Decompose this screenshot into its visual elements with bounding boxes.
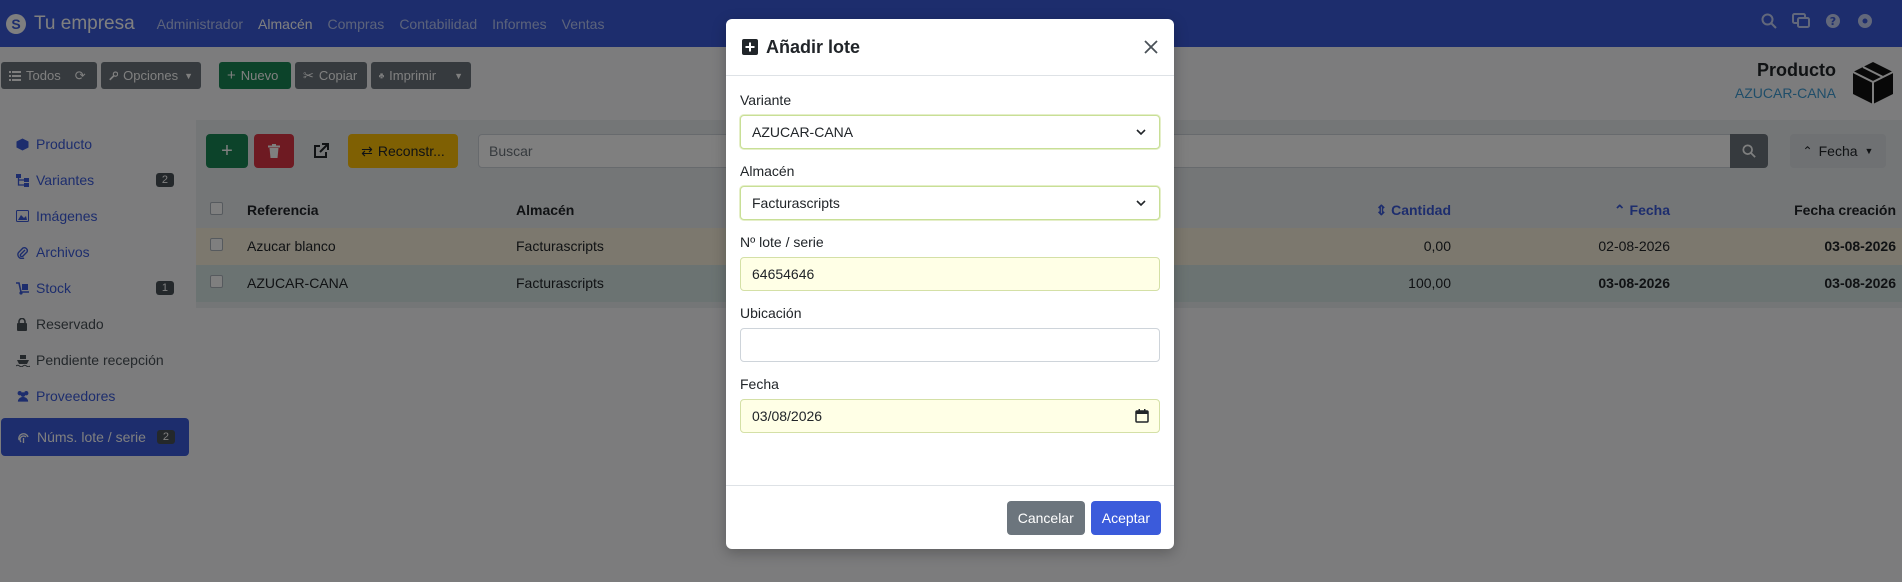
plus-square-icon [742, 39, 758, 55]
date-label: Fecha [740, 376, 779, 392]
warehouse-select[interactable]: Facturascripts [740, 186, 1160, 220]
location-input[interactable] [740, 328, 1160, 362]
lot-number-field: Nº lote / serie 64654646 [740, 234, 1160, 291]
modal-title: Añadir lote [766, 36, 861, 57]
date-input[interactable]: 03/08/2026 [740, 399, 1160, 433]
variant-label: Variante [740, 92, 792, 108]
variant-select[interactable]: AZUCAR-CANA [740, 115, 1160, 149]
lot-number-value: 64654646 [752, 266, 815, 282]
close-icon[interactable] [1140, 36, 1162, 58]
location-label: Ubicación [740, 305, 802, 321]
chevron-down-icon [1136, 200, 1146, 207]
warehouse-value: Facturascripts [752, 195, 840, 211]
chevron-down-icon [1136, 129, 1146, 136]
date-field: Fecha 03/08/2026 [740, 376, 1160, 433]
modal-body: Variante AZUCAR-CANA Almacén Facturascri… [726, 76, 1174, 433]
location-field: Ubicación [740, 305, 1160, 362]
calendar-icon[interactable] [1135, 409, 1149, 423]
warehouse-label: Almacén [740, 163, 795, 179]
cancel-button[interactable]: Cancelar [1006, 500, 1085, 535]
date-value: 03/08/2026 [752, 408, 823, 424]
modal-footer: Cancelar Aceptar [726, 485, 1174, 549]
accept-button[interactable]: Aceptar [1090, 500, 1161, 535]
lot-number-input[interactable]: 64654646 [740, 257, 1160, 291]
lot-number-label: Nº lote / serie [740, 234, 824, 250]
warehouse-field: Almacén Facturascripts [740, 163, 1160, 220]
modal-header: Añadir lote [726, 19, 1174, 76]
add-lot-modal: Añadir lote Variante AZUCAR-CANA Almacén… [726, 19, 1174, 549]
variant-field: Variante AZUCAR-CANA [740, 92, 1160, 149]
variant-value: AZUCAR-CANA [752, 124, 854, 140]
